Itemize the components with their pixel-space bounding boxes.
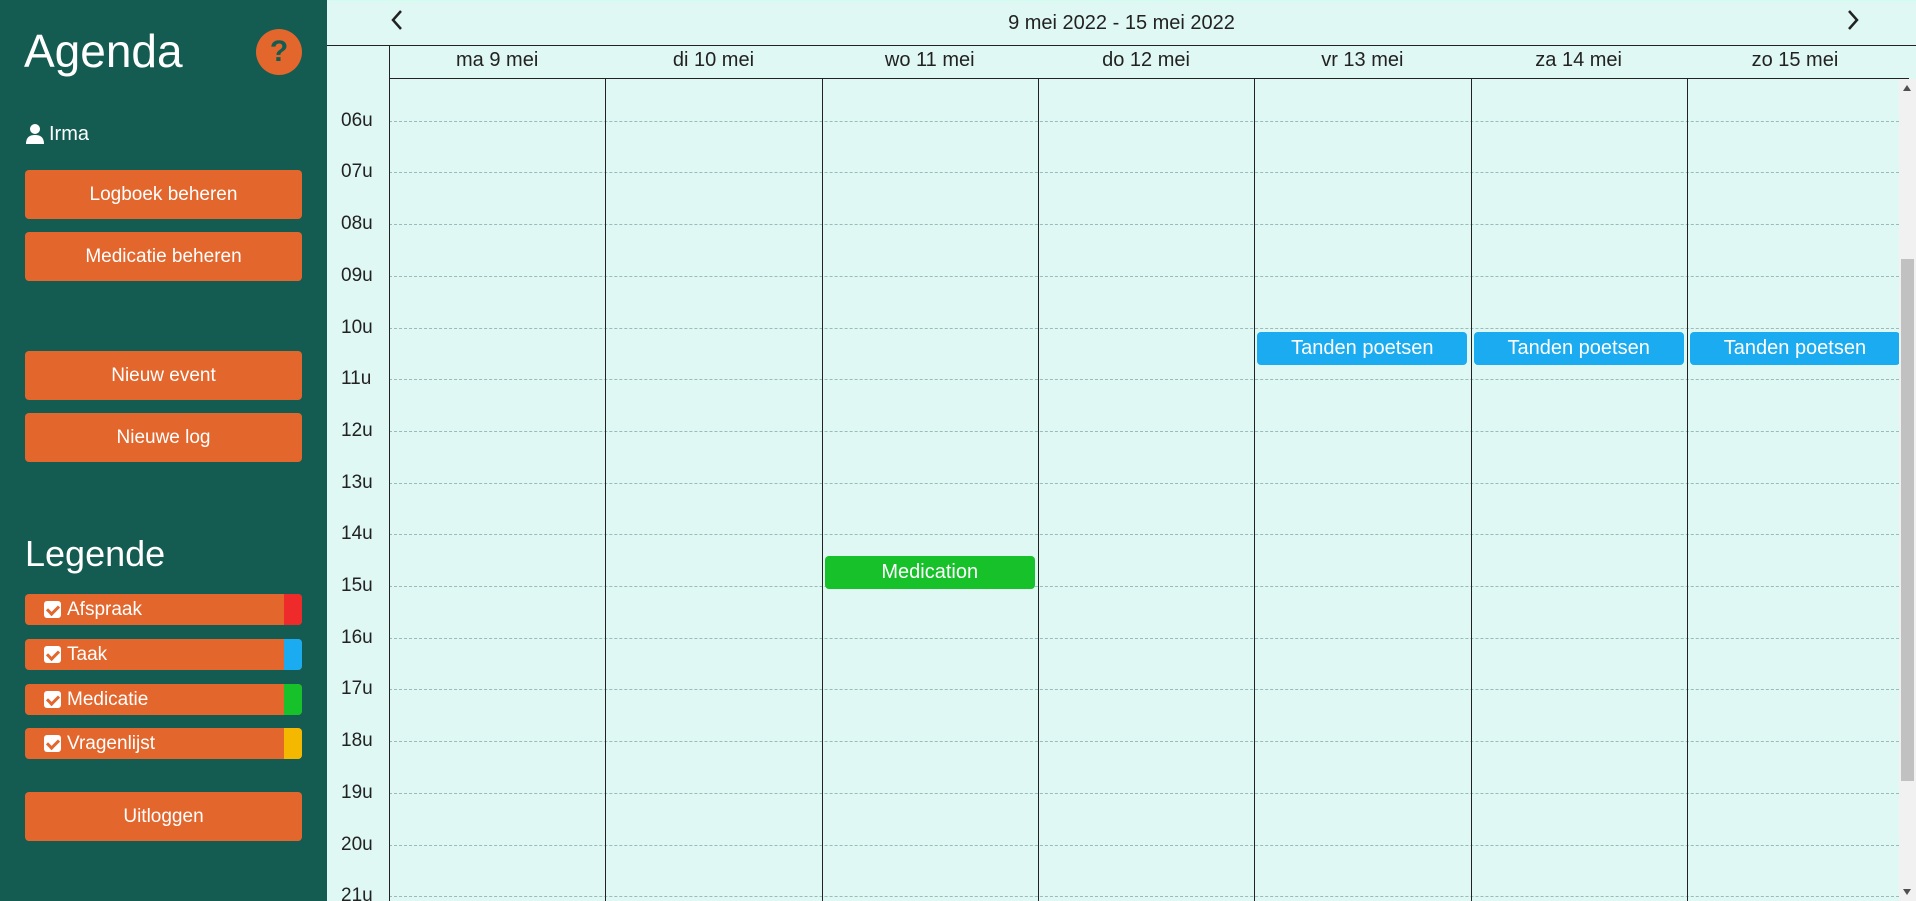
day-column[interactable]	[1470, 79, 1688, 901]
user-info: Irma	[25, 121, 89, 147]
date-range-title: 9 mei 2022 - 15 mei 2022	[1008, 12, 1235, 34]
hour-label: 13u	[341, 471, 373, 493]
checkbox-icon[interactable]	[44, 735, 61, 752]
day-column[interactable]	[1686, 79, 1899, 901]
scroll-thumb[interactable]	[1901, 259, 1914, 781]
day-header: ma 9 mei	[389, 45, 606, 79]
calendar: 9 mei 2022 - 15 mei 2022 ma 9 mei di 10 m…	[327, 0, 1916, 901]
day-header: do 12 mei	[1037, 45, 1255, 79]
day-header: di 10 mei	[605, 45, 822, 79]
hour-label: 12u	[341, 419, 373, 441]
hour-label: 20u	[341, 833, 373, 855]
hour-label: 21u	[341, 885, 373, 901]
hour-label: 19u	[341, 781, 373, 803]
new-log-button[interactable]: Nieuwe log	[25, 413, 302, 462]
hour-label: 17u	[341, 678, 373, 700]
checkbox-icon[interactable]	[44, 691, 61, 708]
day-column[interactable]	[821, 79, 1039, 901]
legend-color-swatch	[284, 639, 302, 670]
legend-label: Afspraak	[67, 599, 142, 620]
hour-label: 15u	[341, 575, 373, 596]
legend-color-swatch	[284, 728, 302, 759]
calendar-event[interactable]: Medication	[824, 555, 1035, 589]
hour-label: 05u	[341, 79, 387, 80]
user-icon	[26, 124, 44, 144]
day-column[interactable]	[1254, 79, 1471, 901]
calendar-event[interactable]: Tanden poetsen	[1257, 331, 1468, 365]
calendar-event[interactable]: Tanden poetsen	[1689, 331, 1899, 365]
medication-button[interactable]: Medicatie beheren	[25, 232, 302, 281]
hour-label: 11u	[341, 368, 372, 390]
day-header: vr 13 mei	[1254, 45, 1471, 79]
legend-item-vragenlijst[interactable]: Vragenlijst	[25, 728, 302, 759]
hour-label: 09u	[341, 264, 373, 286]
user-name: Irma	[49, 123, 89, 145]
legend-label: Medicatie	[67, 689, 149, 710]
calendar-header: 9 mei 2022 - 15 mei 2022	[327, 0, 1916, 46]
day-header: wo 11 mei	[821, 45, 1038, 79]
scroll-up-icon[interactable]	[1903, 85, 1911, 91]
legend-color-swatch	[284, 594, 302, 625]
checkbox-icon[interactable]	[44, 646, 61, 663]
calendar-event[interactable]: Tanden poetsen	[1473, 331, 1684, 365]
help-button[interactable]: ?	[256, 29, 302, 75]
day-header: zo 15 mei	[1686, 45, 1904, 79]
hour-label: 10u	[341, 316, 373, 338]
legend-label: Vragenlijst	[67, 733, 156, 754]
chevron-right-icon[interactable]	[1838, 7, 1868, 37]
hour-label: 16u	[341, 626, 373, 648]
hour-label: 14u	[341, 523, 373, 545]
logbook-button[interactable]: Logboek beheren	[25, 170, 302, 219]
time-grid[interactable]: 05u 06u 07u 08u 09u 10u 11u 12u 13u 14u 15u 16u 17u 1…	[327, 79, 1899, 901]
logout-button[interactable]: Uitloggen	[25, 792, 302, 841]
sidebar: Agenda ? Irma Logboek beheren Medicatie …	[0, 0, 327, 901]
day-column[interactable]	[389, 79, 606, 901]
scroll-down-icon[interactable]	[1903, 889, 1911, 895]
day-header: za 14 mei	[1470, 45, 1687, 79]
legend-item-taak[interactable]: Taak	[25, 639, 302, 670]
legend-label: Taak	[67, 644, 108, 665]
legend-item-afspraak[interactable]: Afspraak	[25, 594, 302, 625]
day-column[interactable]	[1037, 79, 1255, 901]
hour-label: 07u	[341, 161, 373, 183]
legend-title: Legende	[25, 533, 166, 574]
hour-label: 18u	[341, 730, 373, 752]
new-event-button[interactable]: Nieuw event	[25, 351, 302, 400]
app-title: Agenda	[24, 25, 183, 77]
scrollbar[interactable]	[1899, 79, 1916, 901]
legend-color-swatch	[284, 684, 302, 715]
hour-label: 06u	[341, 109, 373, 131]
day-column[interactable]	[605, 79, 822, 901]
checkbox-icon[interactable]	[44, 601, 61, 618]
legend-item-medicatie[interactable]: Medicatie	[25, 684, 302, 715]
hour-label: 08u	[341, 213, 373, 235]
